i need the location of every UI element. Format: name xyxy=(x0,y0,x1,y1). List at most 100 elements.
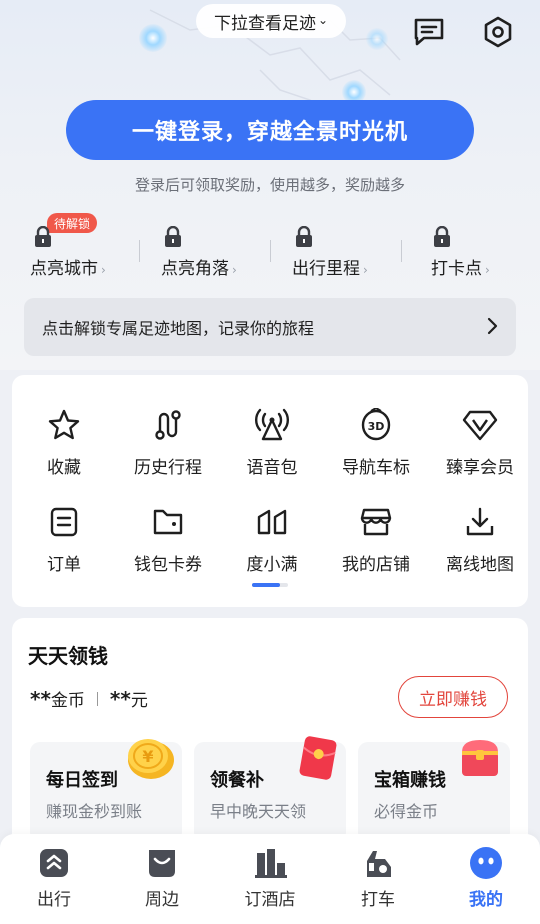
chevron-right-icon: › xyxy=(363,263,368,277)
page-indicator xyxy=(252,583,288,587)
tool-label: 导航车标 xyxy=(342,458,410,478)
tool-nav-car-marker[interactable]: 3D 导航车标 xyxy=(324,405,428,495)
tab-taxi[interactable]: 打车 xyxy=(324,834,432,924)
tab-label: 出行 xyxy=(37,890,71,910)
task-meal-subsidy[interactable]: 领餐补 早中晚天天领 xyxy=(194,736,346,842)
svg-text:3D: 3D xyxy=(368,420,385,433)
vip-diamond-icon xyxy=(460,405,500,445)
divider xyxy=(270,240,271,262)
stat-label: 点亮角落 xyxy=(161,259,229,279)
hotel-icon xyxy=(253,846,287,880)
travel-icon xyxy=(37,846,71,880)
tool-duxiaoman[interactable]: 度小满 xyxy=(220,502,324,592)
chevron-right-icon xyxy=(487,317,498,335)
divider xyxy=(139,240,140,262)
lock-icon xyxy=(165,226,181,247)
task-desc: 赚现金秒到账 xyxy=(46,802,143,821)
cash-unit: 元 xyxy=(130,691,148,711)
task-treasure-chest[interactable]: 宝箱赚钱 必得金币 xyxy=(358,740,510,842)
settings-hexagon-icon[interactable] xyxy=(480,14,516,50)
tool-label: 度小满 xyxy=(246,555,298,575)
earn-now-button[interactable]: 立即赚钱 xyxy=(398,676,508,718)
task-title: 宝箱赚钱 xyxy=(374,770,446,791)
chevron-right-icon: › xyxy=(101,263,106,277)
tool-my-store[interactable]: 我的店铺 xyxy=(324,502,428,592)
tool-wallet-coupons[interactable]: 钱包卡券 xyxy=(116,502,220,592)
tool-trip-history[interactable]: 历史行程 xyxy=(116,405,220,495)
order-icon xyxy=(44,502,84,542)
divider xyxy=(401,240,402,262)
tool-label: 订单 xyxy=(47,555,81,575)
stat-label: 出行里程 xyxy=(292,259,360,279)
3d-car-marker-icon: 3D xyxy=(356,405,396,445)
message-icon[interactable] xyxy=(411,14,447,50)
coins-unit: 金币 xyxy=(50,691,85,711)
tab-nearby[interactable]: 周边 xyxy=(108,834,216,924)
task-title: 领餐补 xyxy=(210,770,264,791)
stat-checkin-points[interactable]: 打卡点 › xyxy=(431,214,540,279)
duxiaoman-icon xyxy=(252,502,292,542)
coins-value: ** xyxy=(30,686,51,711)
wallet-icon xyxy=(148,502,188,542)
pull-to-view-footprint[interactable]: 下拉查看足迹 ⌄ xyxy=(196,4,346,38)
tools-grid-card: 收藏 历史行程 语音包 3D 导航车标 臻享会员 订单 钱包卡券 度小满 我的店… xyxy=(12,375,528,607)
page-indicator-active xyxy=(252,583,280,587)
tab-label: 订酒店 xyxy=(244,890,296,910)
stat-travel-mileage[interactable]: 出行里程 › xyxy=(292,214,422,279)
stat-label: 点亮城市 xyxy=(30,259,98,279)
tool-label: 我的店铺 xyxy=(342,555,410,575)
tool-label: 离线地图 xyxy=(446,555,514,575)
svg-text:¥: ¥ xyxy=(142,747,153,766)
pull-hint-text: 下拉查看足迹 xyxy=(213,13,316,34)
tool-orders[interactable]: 订单 xyxy=(12,502,116,592)
tab-label: 周边 xyxy=(145,890,179,910)
tab-profile[interactable]: 我的 xyxy=(432,834,540,924)
tool-label: 语音包 xyxy=(246,458,298,478)
red-envelope-icon xyxy=(299,736,337,780)
task-daily-checkin[interactable]: 每日签到 赚现金秒到账 ¥ xyxy=(30,739,182,842)
tab-label: 我的 xyxy=(469,890,503,910)
tool-vip-member[interactable]: 臻享会员 xyxy=(428,405,532,495)
footprint-stats: 点亮城市 › 点亮角落 › 出行里程 › 打卡点 › xyxy=(0,214,540,279)
lock-icon xyxy=(35,226,51,247)
earn-title: 天天领钱 xyxy=(28,644,108,668)
tool-favorites[interactable]: 收藏 xyxy=(12,405,116,495)
footprint-glow xyxy=(139,24,167,52)
tab-hotel[interactable]: 订酒店 xyxy=(216,834,324,924)
login-subtitle: 登录后可领取奖励，使用越多，奖励越多 xyxy=(134,176,405,194)
divider xyxy=(96,691,98,706)
cash-value: ** xyxy=(109,686,131,711)
footprint-glow xyxy=(366,28,388,50)
task-desc: 早中晚天天领 xyxy=(210,802,307,821)
nearby-icon xyxy=(145,846,179,880)
route-icon xyxy=(148,405,188,445)
gold-coin-icon: ¥ xyxy=(128,739,174,779)
store-icon xyxy=(356,502,396,542)
tool-label: 钱包卡券 xyxy=(134,555,202,575)
bottom-tab-bar: 出行 周边 订酒店 打车 我的 xyxy=(0,834,540,924)
unlock-bar-text: 点击解锁专属足迹地图，记录你的旅程 xyxy=(42,319,315,338)
stat-light-city[interactable]: 点亮城市 › xyxy=(30,214,160,279)
tool-label: 臻享会员 xyxy=(446,458,514,478)
tool-label: 收藏 xyxy=(47,458,81,478)
star-icon xyxy=(44,405,84,445)
voice-broadcast-icon xyxy=(252,405,292,445)
treasure-chest-icon xyxy=(462,740,498,776)
chevron-down-icon: ⌄ xyxy=(317,13,329,27)
tab-label: 打车 xyxy=(361,890,395,910)
unlock-footprint-map-bar[interactable]: 点击解锁专属足迹地图，记录你的旅程 xyxy=(24,298,516,356)
earn-balance: ** 金币 ** 元 xyxy=(30,686,148,712)
tool-offline-map[interactable]: 离线地图 xyxy=(428,502,532,592)
lock-icon xyxy=(296,226,312,247)
tool-voice-pack[interactable]: 语音包 xyxy=(220,405,324,495)
stat-label: 打卡点 xyxy=(431,259,482,279)
task-title: 每日签到 xyxy=(46,770,118,791)
tab-travel[interactable]: 出行 xyxy=(0,834,108,924)
one-click-login-button[interactable]: 一键登录，穿越全景时光机 xyxy=(66,100,474,160)
chevron-right-icon: › xyxy=(232,263,237,277)
download-icon xyxy=(460,502,500,542)
taxi-icon xyxy=(361,846,395,880)
chevron-right-icon: › xyxy=(485,263,490,277)
lock-icon xyxy=(434,226,450,247)
stat-light-corner[interactable]: 点亮角落 › xyxy=(161,214,291,279)
